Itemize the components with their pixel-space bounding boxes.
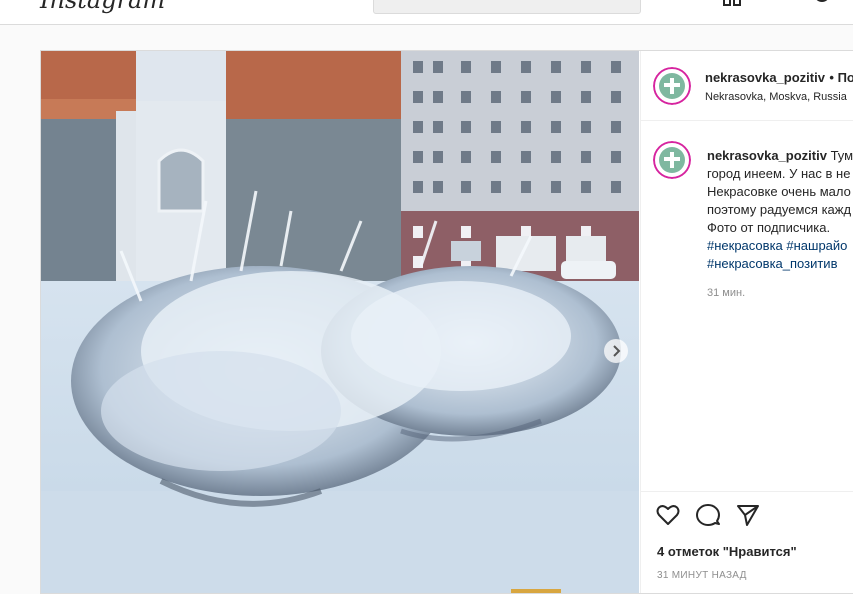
post-caption: nekrasovka_pozitiv Тум город инеем. У на…	[707, 147, 853, 273]
post-card: nekrasovka_pozitiv • По Nekrasovka, Mosk…	[40, 50, 853, 594]
profile-icon[interactable]	[812, 0, 832, 6]
caption-timestamp[interactable]: 31 мин.	[707, 287, 745, 299]
caption-line: поэтому радуемся кажд	[707, 202, 852, 217]
caption-username[interactable]: nekrasovka_pozitiv	[707, 148, 827, 163]
caption-line: Тум	[830, 148, 853, 163]
hashtag-link[interactable]: #некрасовка_позитив	[707, 255, 853, 273]
heart-icon[interactable]	[655, 502, 681, 528]
post-timestamp[interactable]: 31 МИНУТ НАЗАД	[657, 570, 747, 581]
instagram-logo[interactable]: Instagram	[40, 0, 165, 14]
caption-line: Фото от подписчика.	[707, 220, 831, 235]
chevron-right-icon	[613, 345, 621, 357]
location-link[interactable]: Nekrasovka, Moskva, Russia	[705, 91, 847, 103]
frosted-bushes-image	[41, 51, 639, 593]
post-actions: 4 отметок "Нравится" 31 МИНУТ НАЗАД	[641, 491, 853, 594]
username-link[interactable]: nekrasovka_pozitiv	[705, 70, 825, 85]
comment-icon[interactable]	[695, 502, 721, 528]
caption-line: город инеем. У нас в не	[707, 166, 851, 181]
post-photo[interactable]	[41, 51, 639, 593]
next-photo-button[interactable]	[604, 339, 628, 363]
caption-avatar[interactable]	[653, 141, 691, 179]
post-header: nekrasovka_pozitiv • По Nekrasovka, Mosk…	[641, 51, 853, 121]
explore-icon[interactable]	[768, 0, 788, 6]
hashtag-links[interactable]: #некрасовка #нашрайо	[707, 237, 853, 255]
post-sidebar: nekrasovka_pozitiv • По Nekrasovka, Mosk…	[640, 51, 853, 593]
share-icon[interactable]	[735, 502, 761, 528]
avatar[interactable]	[653, 67, 691, 105]
likes-count[interactable]: 4 отметок "Нравится"	[657, 544, 797, 559]
caption-line: Некрасовке очень мало	[707, 184, 851, 199]
top-nav-bar: Instagram	[0, 0, 853, 25]
follow-link[interactable]: • По	[829, 70, 853, 85]
search-input[interactable]	[373, 0, 641, 14]
home-icon[interactable]	[722, 0, 742, 6]
